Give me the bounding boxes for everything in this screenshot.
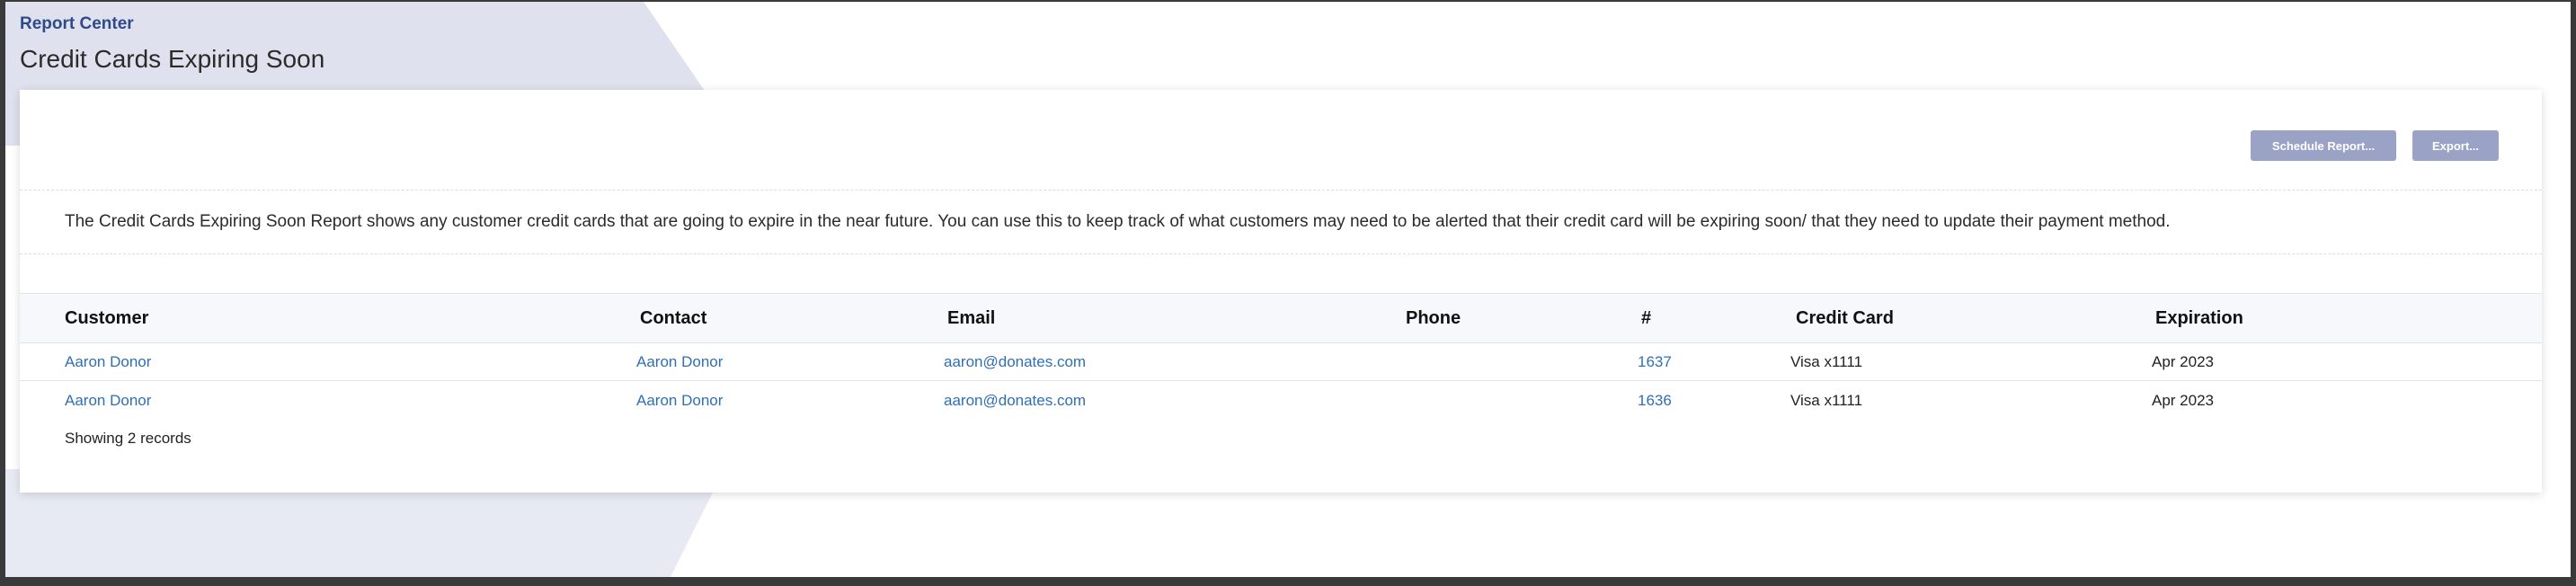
column-header-number[interactable]: # — [1641, 308, 1651, 329]
column-header-contact[interactable]: Contact — [640, 308, 706, 329]
credit-card-cell: Visa x1111 — [1790, 353, 1863, 370]
contact-link[interactable]: Aaron Donor — [636, 392, 723, 410]
email-link[interactable]: aaron@donates.com — [944, 353, 1086, 371]
table-header: Customer Contact Email Phone # Credit Ca… — [20, 293, 2542, 343]
divider — [20, 253, 2542, 254]
export-button[interactable]: Export... — [2412, 130, 2499, 161]
report-page: Report Center Credit Cards Expiring Soon… — [5, 2, 2571, 577]
contact-link[interactable]: Aaron Donor — [636, 353, 723, 371]
report-card: Schedule Report... Export... The Credit … — [20, 90, 2542, 493]
record-count: Showing 2 records — [65, 430, 191, 447]
table-row: Aaron Donor Aaron Donor aaron@donates.co… — [20, 381, 2542, 419]
schedule-report-button[interactable]: Schedule Report... — [2251, 130, 2396, 161]
number-link[interactable]: 1637 — [1638, 353, 1672, 371]
expiration-cell: Apr 2023 — [2152, 353, 2214, 370]
column-header-credit-card[interactable]: Credit Card — [1796, 308, 1894, 329]
column-header-phone[interactable]: Phone — [1406, 308, 1461, 329]
number-link[interactable]: 1636 — [1638, 392, 1672, 410]
table-row: Aaron Donor Aaron Donor aaron@donates.co… — [20, 342, 2542, 381]
customer-link[interactable]: Aaron Donor — [65, 392, 151, 410]
credit-card-cell: Visa x1111 — [1790, 392, 1863, 409]
email-link[interactable]: aaron@donates.com — [944, 392, 1086, 410]
customer-link[interactable]: Aaron Donor — [65, 353, 151, 371]
report-description: The Credit Cards Expiring Soon Report sh… — [65, 212, 2171, 231]
expiration-cell: Apr 2023 — [2152, 392, 2214, 409]
column-header-customer[interactable]: Customer — [65, 308, 148, 329]
page-title: Credit Cards Expiring Soon — [20, 45, 325, 73]
column-header-email[interactable]: Email — [947, 308, 995, 329]
divider — [20, 190, 2542, 191]
breadcrumb[interactable]: Report Center — [20, 14, 134, 34]
column-header-expiration[interactable]: Expiration — [2155, 308, 2243, 329]
